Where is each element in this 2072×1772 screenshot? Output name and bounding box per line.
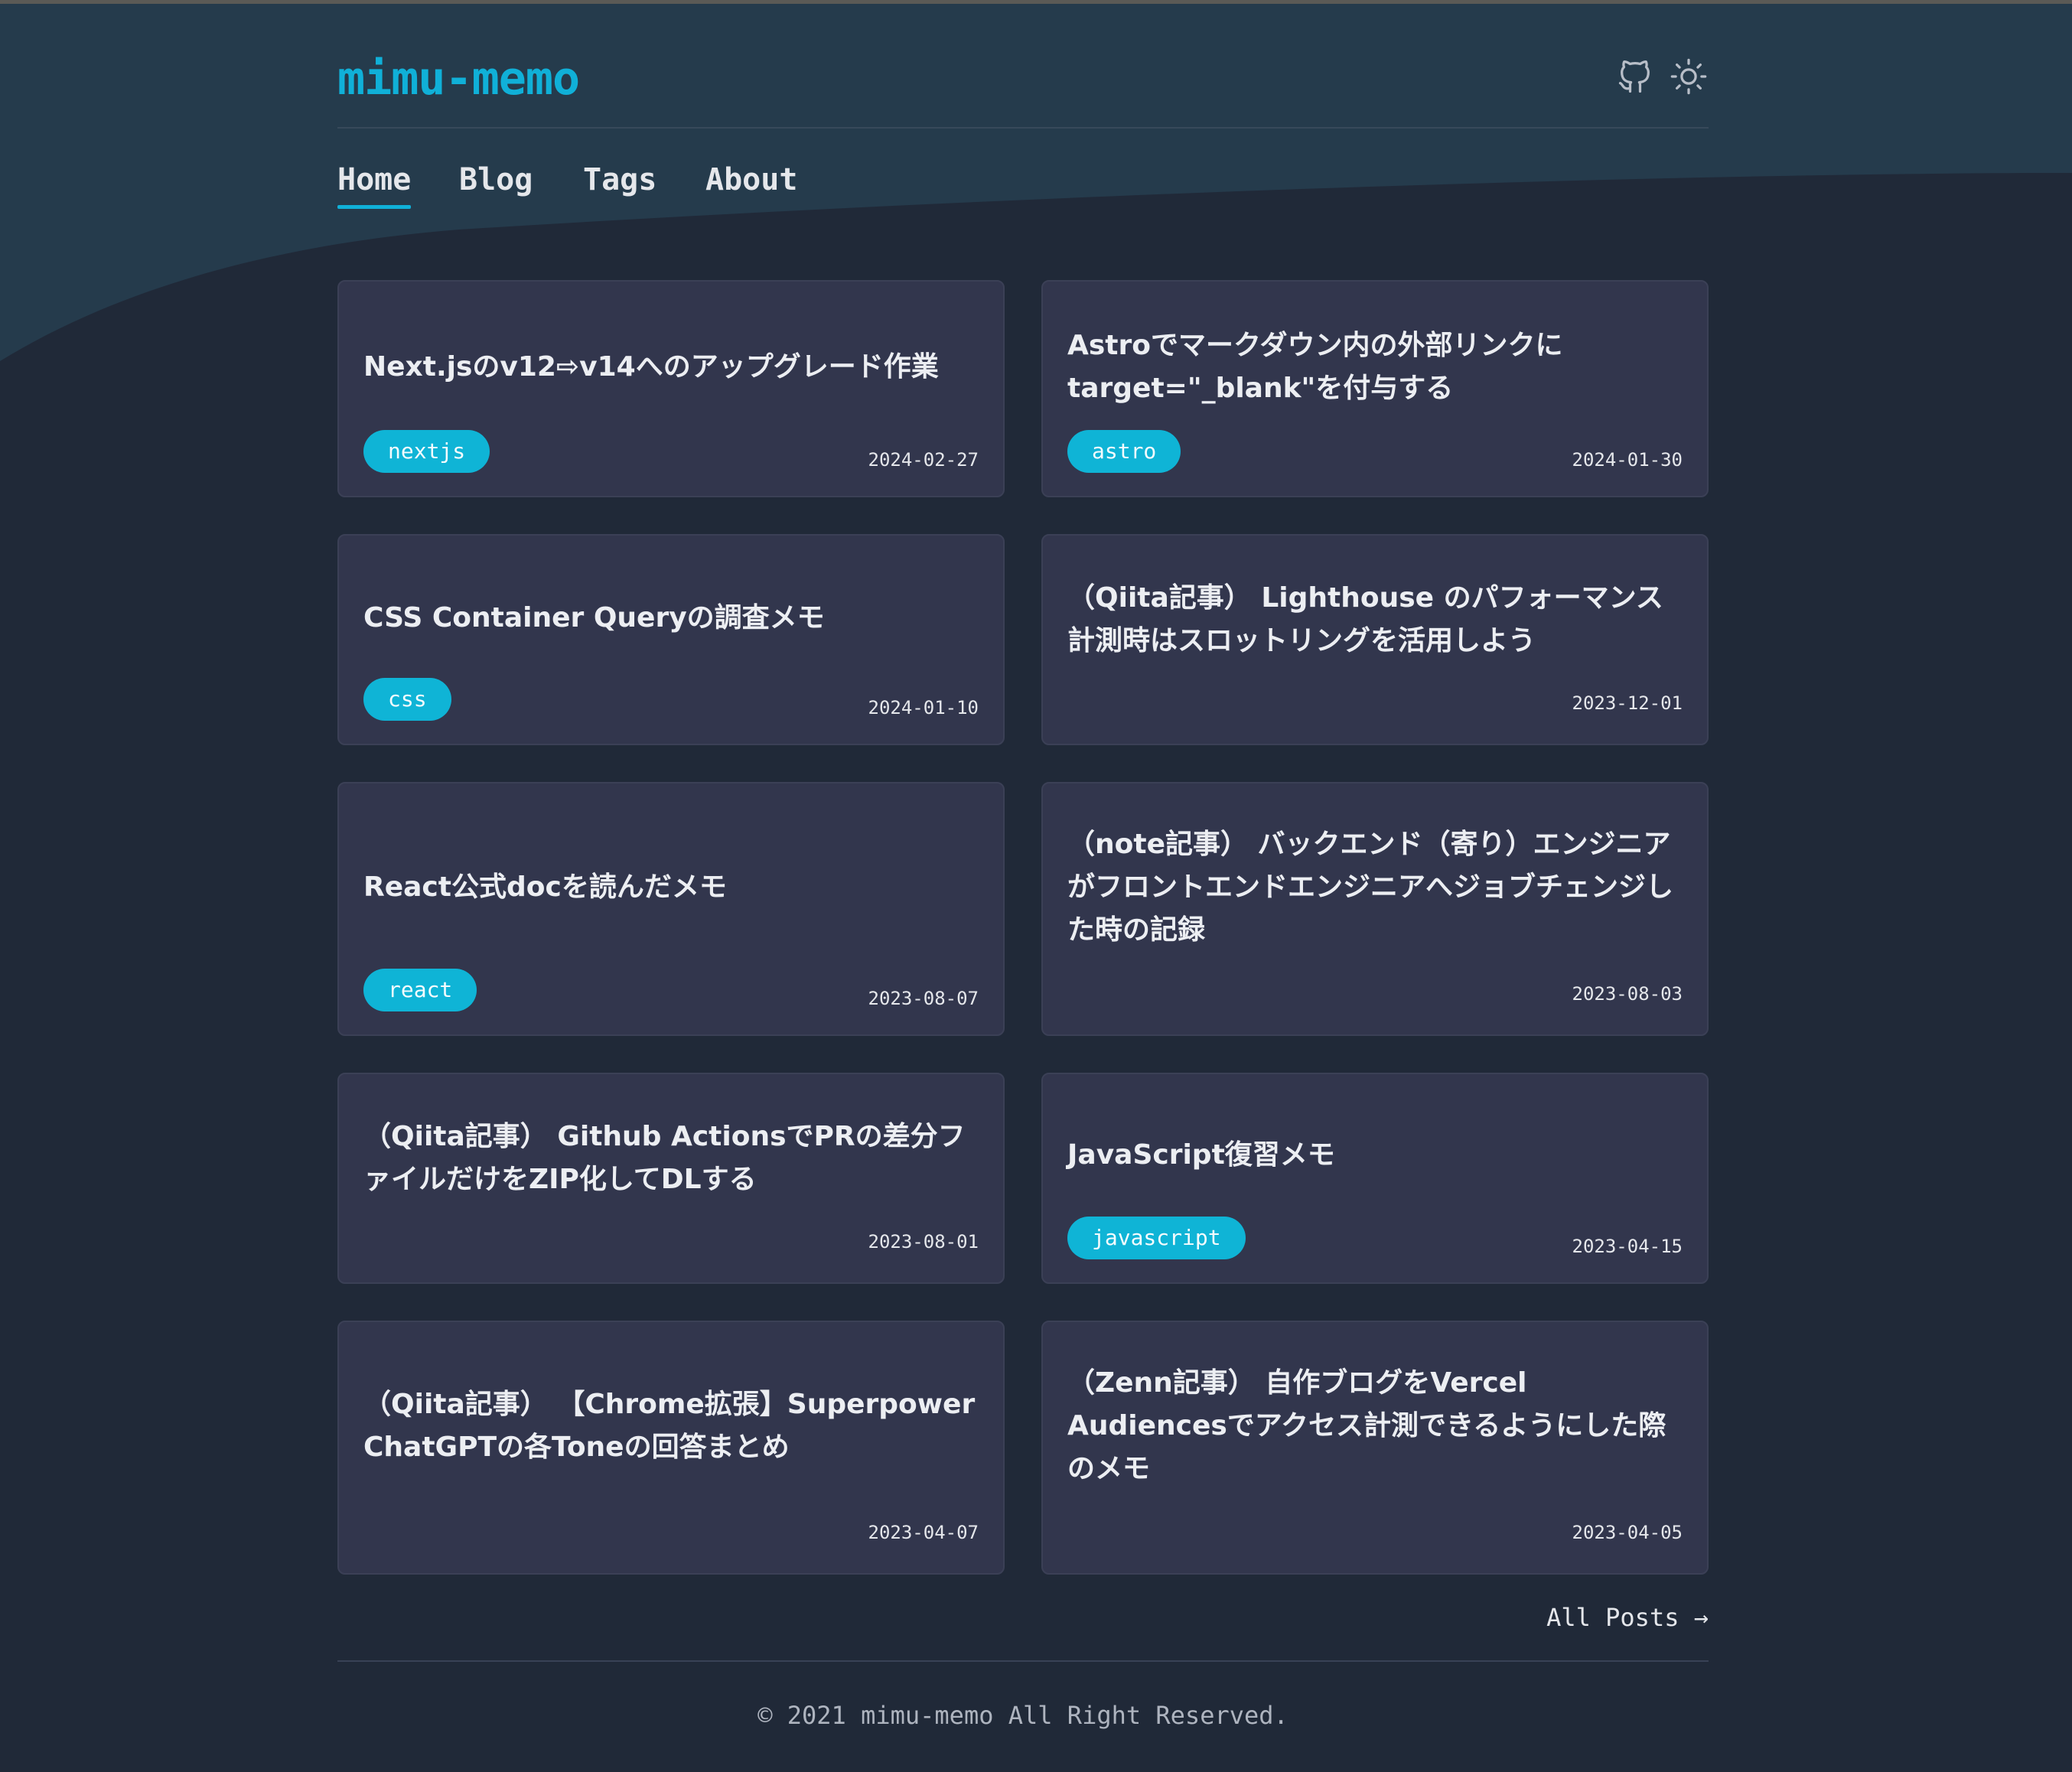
post-card[interactable]: （Zenn記事） 自作ブログをVercel Audiencesでアクセス計測でき… xyxy=(1041,1321,1709,1575)
post-date: 2023-12-01 xyxy=(1572,692,1683,714)
site-logo[interactable]: mimu-memo xyxy=(337,52,580,106)
post-card[interactable]: CSS Container Queryの調査メモ css 2024-01-10 xyxy=(337,534,1005,745)
post-title[interactable]: （Qiita記事） Lighthouse のパフォーマンス計測時はスロットリング… xyxy=(1067,577,1684,663)
post-card[interactable]: （Qiita記事） 【Chrome拡張】Superpower ChatGPTの各… xyxy=(337,1321,1005,1575)
sun-icon[interactable] xyxy=(1669,57,1709,96)
top-border xyxy=(0,0,2072,4)
post-date: 2024-02-27 xyxy=(868,449,979,471)
post-title[interactable]: CSS Container Queryの調査メモ xyxy=(363,597,980,640)
post-tag[interactable]: css xyxy=(363,678,451,721)
nav-home[interactable]: Home xyxy=(337,157,412,209)
github-icon[interactable] xyxy=(1615,57,1655,96)
post-card[interactable]: Next.jsのv12⇨v14へのアップグレード作業 nextjs 2024-0… xyxy=(337,280,1005,497)
site-header: mimu-memo xyxy=(337,0,1709,129)
page-container: mimu-memo Home Blog Tags About Next.jsのv… xyxy=(337,0,1709,1730)
post-card[interactable]: JavaScript復習メモ javascript 2023-04-15 xyxy=(1041,1073,1709,1284)
post-tag[interactable]: nextjs xyxy=(363,430,490,473)
post-title[interactable]: （note記事） バックエンド（寄り）エンジニアがフロントエンドエンジニアへジョ… xyxy=(1067,823,1684,952)
post-tag[interactable]: astro xyxy=(1067,430,1181,473)
post-date: 2023-04-07 xyxy=(868,1522,979,1543)
post-title[interactable]: Astroでマークダウン内の外部リンクにtarget="_blank"を付与する xyxy=(1067,324,1684,410)
nav-about[interactable]: About xyxy=(705,157,797,203)
post-date: 2023-08-07 xyxy=(868,988,979,1009)
post-title[interactable]: （Qiita記事） 【Chrome拡張】Superpower ChatGPTの各… xyxy=(363,1383,980,1469)
post-date: 2023-04-15 xyxy=(1572,1236,1683,1257)
post-card[interactable]: （note記事） バックエンド（寄り）エンジニアがフロントエンドエンジニアへジョ… xyxy=(1041,782,1709,1036)
post-title[interactable]: Next.jsのv12⇨v14へのアップグレード作業 xyxy=(363,346,980,389)
post-title[interactable]: JavaScript復習メモ xyxy=(1067,1134,1684,1177)
nav-tags[interactable]: Tags xyxy=(583,157,656,203)
post-date: 2024-01-10 xyxy=(868,697,979,718)
post-card[interactable]: Astroでマークダウン内の外部リンクにtarget="_blank"を付与する… xyxy=(1041,280,1709,497)
post-card[interactable]: （Qiita記事） Github ActionsでPRの差分ファイルだけをZIP… xyxy=(337,1073,1005,1284)
footer-copyright: © 2021 mimu-memo All Right Reserved. xyxy=(757,1701,1288,1730)
footer-divider xyxy=(337,1660,1709,1662)
post-tag[interactable]: javascript xyxy=(1067,1217,1246,1259)
post-title[interactable]: React公式docを読んだメモ xyxy=(363,866,980,909)
post-title[interactable]: （Zenn記事） 自作ブログをVercel Audiencesでアクセス計測でき… xyxy=(1067,1362,1684,1490)
nav-blog[interactable]: Blog xyxy=(459,157,533,203)
post-title[interactable]: （Qiita記事） Github ActionsでPRの差分ファイルだけをZIP… xyxy=(363,1116,980,1201)
post-date: 2023-08-01 xyxy=(868,1231,979,1252)
all-posts-link[interactable]: All Posts → xyxy=(1546,1601,1709,1634)
post-tag[interactable]: react xyxy=(363,969,477,1011)
post-date: 2024-01-30 xyxy=(1572,449,1683,471)
post-date: 2023-04-05 xyxy=(1572,1522,1683,1543)
post-card[interactable]: React公式docを読んだメモ react 2023-08-07 xyxy=(337,782,1005,1036)
post-date: 2023-08-03 xyxy=(1572,983,1683,1005)
post-card[interactable]: （Qiita記事） Lighthouse のパフォーマンス計測時はスロットリング… xyxy=(1041,534,1709,745)
